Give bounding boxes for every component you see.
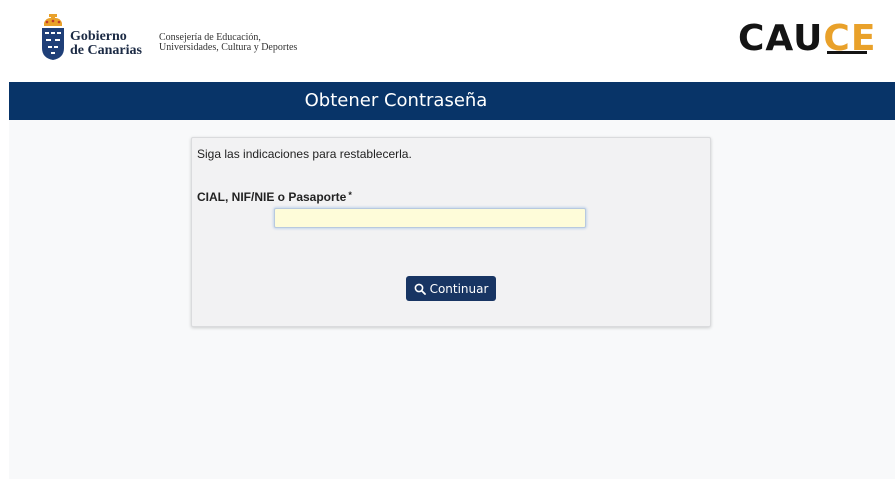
instructions-text: Siga las indicaciones para restablecerla… xyxy=(197,147,412,161)
cauce-logo[interactable]: CAUCE xyxy=(738,18,875,60)
id-field-label: CIAL, NIF/NIE o Pasaporte * xyxy=(197,190,352,204)
gobierno-canarias-logo[interactable]: Gobierno de Canarias xyxy=(40,14,150,62)
title-bar: Obtener Contraseña xyxy=(9,82,895,120)
consejeria-line-2: Universidades, Cultura y Deportes xyxy=(159,42,298,53)
password-recovery-form: Siga las indicaciones para restablecerla… xyxy=(191,137,711,327)
site-header: Gobierno de Canarias Consejería de Educa… xyxy=(0,0,895,82)
cauce-logo-underline xyxy=(827,51,867,54)
continue-button[interactable]: Continuar xyxy=(406,276,496,301)
consejeria-name: Consejería de Educación, Universidades, … xyxy=(159,33,297,53)
page-title: Obtener Contraseña xyxy=(304,90,488,111)
main-content: Siga las indicaciones para restablecerla… xyxy=(9,120,895,479)
gobierno-name: Gobierno de Canarias xyxy=(70,30,142,58)
cauce-logo-main: CAU xyxy=(738,18,824,59)
required-mark: * xyxy=(348,190,352,200)
id-input[interactable] xyxy=(274,208,586,228)
gobierno-line-2: de Canarias xyxy=(70,43,142,58)
search-icon xyxy=(414,283,426,295)
continue-button-label: Continuar xyxy=(429,281,489,296)
coat-of-arms-icon xyxy=(42,14,64,60)
id-field-label-text: CIAL, NIF/NIE o Pasaporte xyxy=(197,190,347,204)
gobierno-line-1: Gobierno xyxy=(70,29,127,44)
